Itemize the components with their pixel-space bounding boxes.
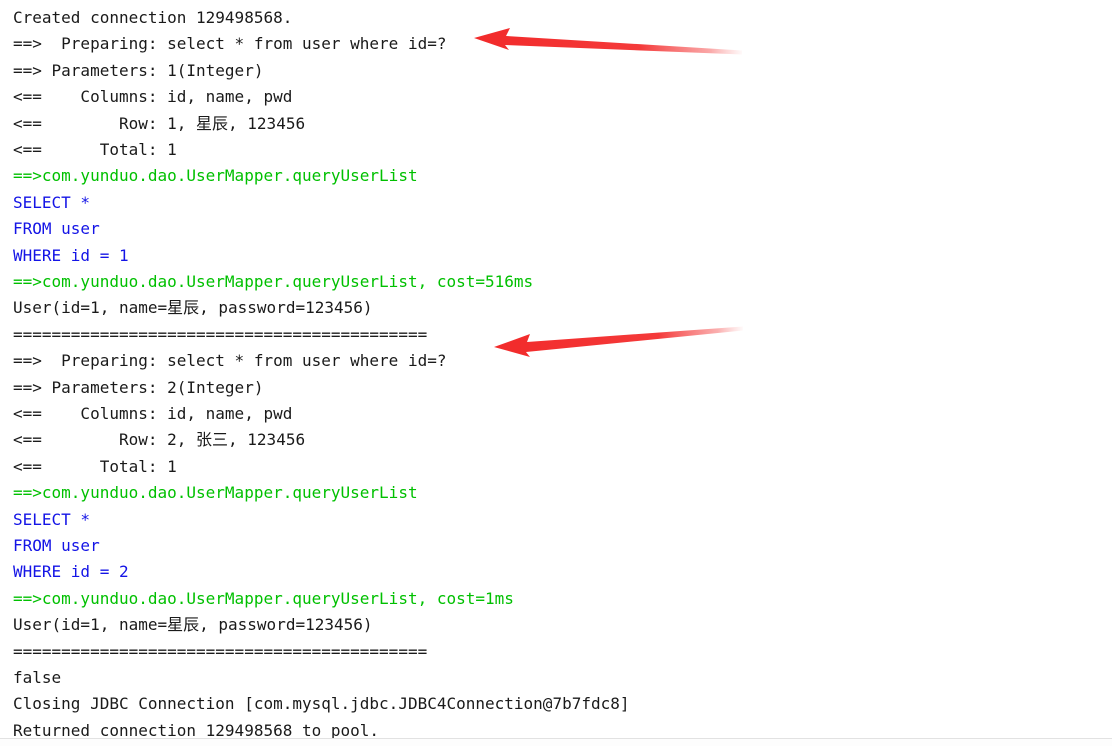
- console-line: <== Total: 1: [13, 140, 177, 159]
- console-line: <== Row: 1, 星辰, 123456: [13, 113, 306, 133]
- console-line: ==>com.yunduo.dao.UserMapper.queryUserLi…: [13, 588, 514, 608]
- bottom-strip: [0, 739, 1112, 746]
- console-line: false: [13, 668, 62, 687]
- console-line: ========================================…: [13, 324, 428, 344]
- console-output-panel[interactable]: Created connection 129498568. ==> Prepari…: [0, 0, 1112, 746]
- console-line: ==>com.yunduo.dao.UserMapper.queryUserLi…: [13, 166, 418, 186]
- console-line: <== Row: 2, 张三, 123456: [13, 430, 306, 450]
- console-line: ==>com.yunduo.dao.UserMapper.queryUserLi…: [13, 272, 534, 291]
- console-line: ==> Parameters: 2(Integer): [13, 377, 264, 397]
- console-line: ==> Preparing: select * from user where …: [13, 351, 447, 371]
- console-line: ==> Preparing: select * from user where …: [13, 34, 447, 54]
- console-line: ========================================…: [13, 641, 428, 661]
- console-line: ==>com.yunduo.dao.UserMapper.queryUserLi…: [13, 483, 418, 503]
- console-line: Created connection 129498568.: [13, 8, 293, 27]
- console-line: WHERE id = 2: [13, 562, 129, 582]
- arrow-preparing-1-icon: [474, 28, 742, 55]
- console-line: <== Columns: id, name, pwd: [13, 404, 293, 423]
- console-line: <== Columns: id, name, pwd: [13, 87, 293, 107]
- console-line: User(id=1, name=星辰, password=123456): [13, 298, 373, 318]
- console-line: FROM user: [13, 219, 100, 239]
- console-line: <== Total: 1: [13, 456, 177, 476]
- console-line: SELECT *: [13, 509, 91, 529]
- console-line: ==> Parameters: 1(Integer): [13, 60, 264, 80]
- arrow-preparing-2-icon: [494, 326, 743, 357]
- console-line: Closing JDBC Connection [com.mysql.jdbc.…: [13, 694, 630, 714]
- console-line: WHERE id = 1: [13, 245, 129, 265]
- console-line: SELECT *: [13, 192, 91, 212]
- console-line: FROM user: [13, 536, 100, 555]
- console-line: User(id=1, name=星辰, password=123456): [13, 615, 373, 635]
